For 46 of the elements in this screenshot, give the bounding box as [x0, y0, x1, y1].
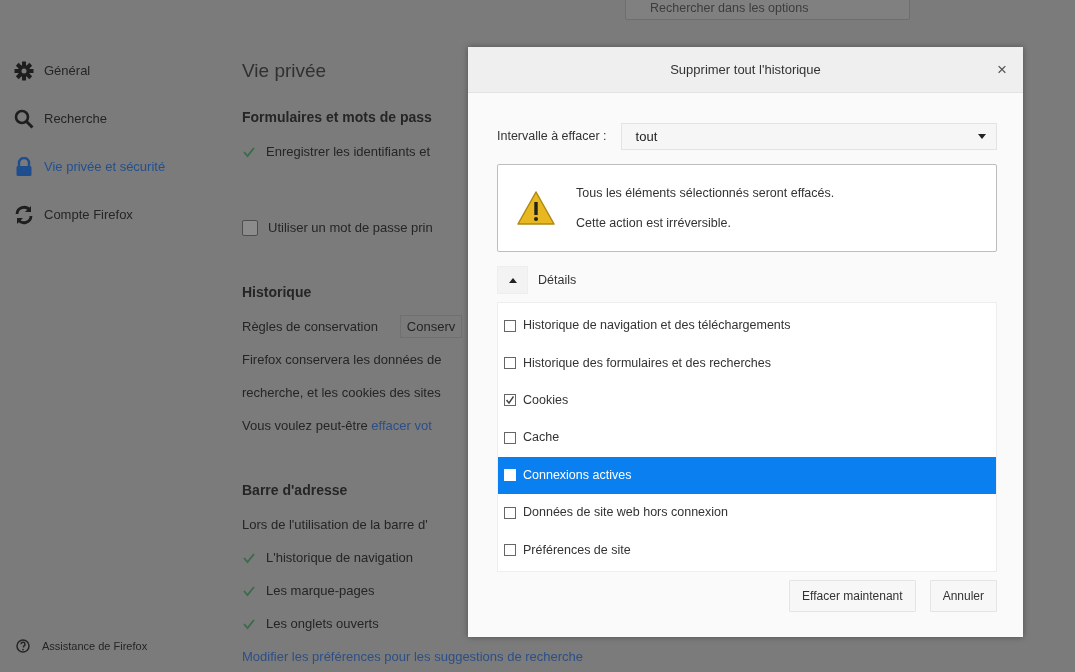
list-item[interactable]: Historique de navigation et des téléchargements: [498, 307, 996, 345]
caret-icon: [508, 277, 517, 283]
sidebar-item[interactable]: Général: [14, 60, 230, 82]
search-icon: [14, 109, 34, 129]
lock-icon: [14, 157, 34, 177]
history-dropdown[interactable]: Conserv: [399, 314, 463, 339]
field-label: Règles de conservation: [242, 317, 378, 336]
gear-icon: [14, 61, 34, 81]
cancel-button[interactable]: Annuler: [929, 580, 997, 612]
checkbox-label: Enregistrer les identifiants et: [266, 142, 431, 161]
section-heading: Barre d'adresse: [242, 481, 349, 500]
section-heading: Historique: [242, 283, 313, 302]
range-dropdown[interactable]: tout: [620, 123, 997, 150]
clear-now-button[interactable]: Effacer maintenant: [789, 580, 916, 612]
sidebar-item[interactable]: Compte Firefox: [14, 204, 230, 226]
field-label: Intervalle à effacer :: [497, 128, 607, 146]
sidebar-item[interactable]: Recherche: [14, 108, 230, 130]
section-heading: Formulaires et mots de pass: [242, 108, 433, 127]
list-item[interactable]: Connexions actives: [498, 456, 996, 494]
page-title: Vie privée: [242, 59, 328, 83]
checkbox-label: Les marque-pages: [266, 581, 375, 600]
dialog-title: Supprimer tout l'historique: [670, 60, 821, 79]
details-toggle[interactable]: [497, 266, 528, 294]
description-text: Lors de l'utilisation de la barre d': [242, 515, 428, 534]
list-item[interactable]: Cookies: [498, 381, 996, 420]
checkmark-icon: [505, 395, 515, 406]
close-button[interactable]: ×: [993, 59, 1011, 80]
description-text: Firefox conservera les données de: [242, 350, 442, 369]
list-item[interactable]: Historique des formulaires et des recherches: [498, 344, 996, 382]
details-label[interactable]: Détails: [538, 270, 577, 290]
warning-text: Cette action est irréversible.: [576, 215, 732, 232]
list-item[interactable]: Données de site web hors connexion: [498, 493, 996, 532]
help-link[interactable]: Assistance de Firefox: [16, 637, 148, 654]
description-text: recherche, et les cookies des sites: [242, 383, 441, 402]
checkbox[interactable]: [242, 219, 258, 236]
caret-icon: [978, 134, 986, 139]
checkbox-label: Les onglets ouverts: [266, 614, 379, 633]
description-text: Vous voulez peut-être effacer vot: [242, 416, 432, 435]
list-item[interactable]: Préférences de site: [498, 531, 996, 569]
list-item[interactable]: Cache: [498, 419, 996, 457]
checkbox-label: Utiliser un mot de passe prin: [268, 218, 433, 237]
help-icon: [16, 638, 30, 653]
checkbox-label: L'historique de navigation: [266, 548, 414, 567]
sync-icon: [14, 205, 34, 225]
warning-text: Tous les éléments sélectionnés seront effacés.: [576, 185, 835, 202]
warning-icon: [516, 190, 556, 226]
